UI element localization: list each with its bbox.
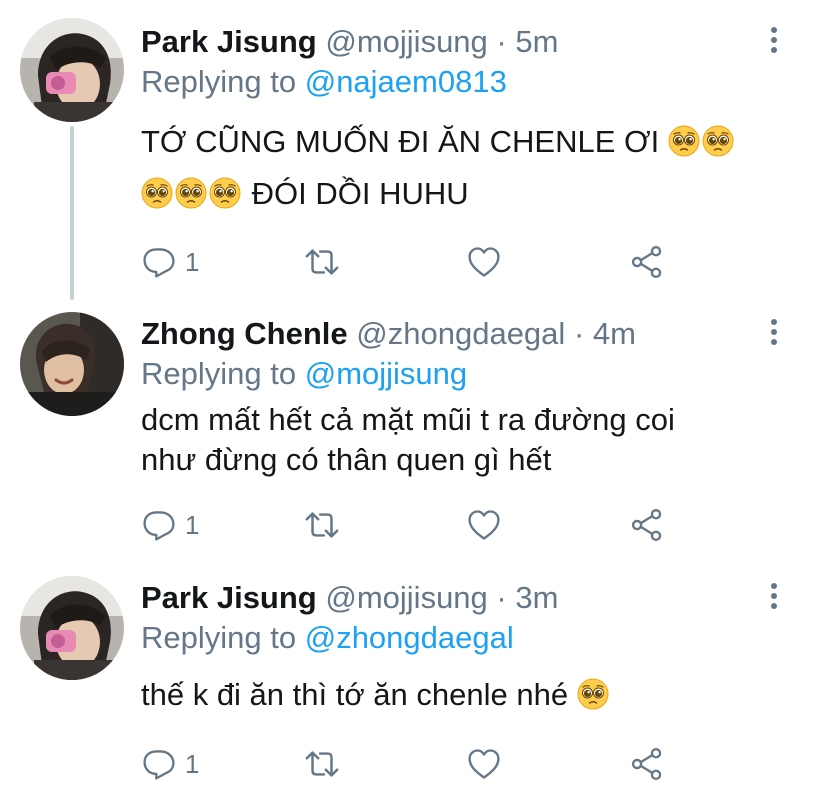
like-button[interactable]	[466, 242, 502, 282]
reply-icon	[141, 746, 177, 782]
replying-to-label: Replying to	[141, 356, 297, 391]
retweet-icon	[303, 745, 341, 783]
tweet-text-line-2: như đừng có thân quen gì hết	[141, 442, 552, 477]
share-icon	[629, 507, 665, 543]
more-vertical-icon[interactable]	[764, 319, 784, 349]
share-button[interactable]	[629, 744, 665, 784]
tweet-text: dcm mất hết cả mặt mũi t ra đường coi nh…	[141, 400, 781, 480]
retweet-button[interactable]	[303, 744, 341, 784]
replying-to-label: Replying to	[141, 64, 297, 99]
tweet-text: TỚ CŨNG MUỐN ĐI ĂN CHENLE ƠI ĐÓI DỒI HUH…	[141, 116, 781, 220]
heart-icon	[466, 507, 502, 543]
replying-to-label: Replying to	[141, 620, 297, 655]
share-button[interactable]	[629, 505, 665, 545]
tweet-text-line-1: thế k đi ăn thì tớ ăn chenle nhé	[141, 677, 569, 712]
heart-icon	[466, 244, 502, 280]
action-bar: 1	[141, 242, 701, 282]
separator-dot: ·	[573, 316, 585, 351]
reply-button[interactable]: 1	[141, 242, 199, 282]
author-handle[interactable]: @mojjisung	[325, 580, 487, 615]
action-bar: 1	[141, 744, 701, 784]
reply-button[interactable]: 1	[141, 505, 199, 545]
tweet-text-line-2: ĐÓI DỒI HUHU	[251, 176, 469, 211]
pleading-face-emoji	[209, 177, 241, 209]
more-vertical-icon[interactable]	[764, 583, 784, 613]
author-handle[interactable]: @mojjisung	[325, 24, 487, 59]
separator-dot: ·	[496, 24, 507, 59]
avatar-park-jisung[interactable]	[20, 18, 124, 122]
tweet-1[interactable]: Park Jisung @mojjisung · 5m Replying to …	[0, 0, 828, 300]
heart-icon	[466, 746, 502, 782]
reply-count: 1	[185, 509, 200, 540]
pleading-face-emoji	[702, 125, 734, 157]
tweet-text-line-1: dcm mất hết cả mặt mũi t ra đường coi	[141, 402, 675, 437]
pleading-face-emoji	[141, 177, 173, 209]
retweet-button[interactable]	[303, 505, 341, 545]
replying-to-mention[interactable]: @zhongdaegal	[305, 620, 514, 655]
action-bar: 1	[141, 505, 701, 545]
pleading-face-emoji	[577, 678, 609, 710]
thread-line	[70, 126, 74, 300]
share-icon	[629, 746, 665, 782]
separator-dot: ·	[496, 580, 507, 615]
retweet-icon	[303, 243, 341, 281]
reply-icon	[141, 244, 177, 280]
pleading-face-emoji	[668, 125, 700, 157]
timestamp[interactable]: 4m	[593, 316, 636, 351]
author-name[interactable]: Park Jisung	[141, 24, 317, 59]
author-name[interactable]: Park Jisung	[141, 580, 317, 615]
pleading-face-emoji	[175, 177, 207, 209]
replying-to-mention[interactable]: @najaem0813	[305, 64, 507, 99]
replying-to-mention[interactable]: @mojjisung	[305, 356, 467, 391]
like-button[interactable]	[466, 744, 502, 784]
avatar-zhong-chenle[interactable]	[20, 312, 124, 416]
reply-count: 1	[185, 748, 200, 779]
more-vertical-icon[interactable]	[764, 27, 784, 57]
retweet-button[interactable]	[303, 242, 341, 282]
tweet-text: thế k đi ăn thì tớ ăn chenle nhé	[141, 675, 781, 715]
share-button[interactable]	[629, 242, 665, 282]
retweet-icon	[303, 506, 341, 544]
reply-icon	[141, 507, 177, 543]
share-icon	[629, 244, 665, 280]
timestamp[interactable]: 3m	[515, 580, 558, 615]
reply-button[interactable]: 1	[141, 744, 199, 784]
like-button[interactable]	[466, 505, 502, 545]
author-handle[interactable]: @zhongdaegal	[356, 316, 565, 351]
author-name[interactable]: Zhong Chenle	[141, 316, 348, 351]
tweet-2[interactable]: Zhong Chenle @zhongdaegal · 4m Replying …	[0, 300, 828, 562]
tweet-3[interactable]: Park Jisung @mojjisung · 3m Replying to …	[0, 562, 828, 803]
timestamp[interactable]: 5m	[515, 24, 558, 59]
reply-count: 1	[185, 246, 200, 277]
tweet-text-line-1: TỚ CŨNG MUỐN ĐI ĂN CHENLE ƠI	[141, 124, 660, 159]
avatar-park-jisung[interactable]	[20, 576, 124, 680]
